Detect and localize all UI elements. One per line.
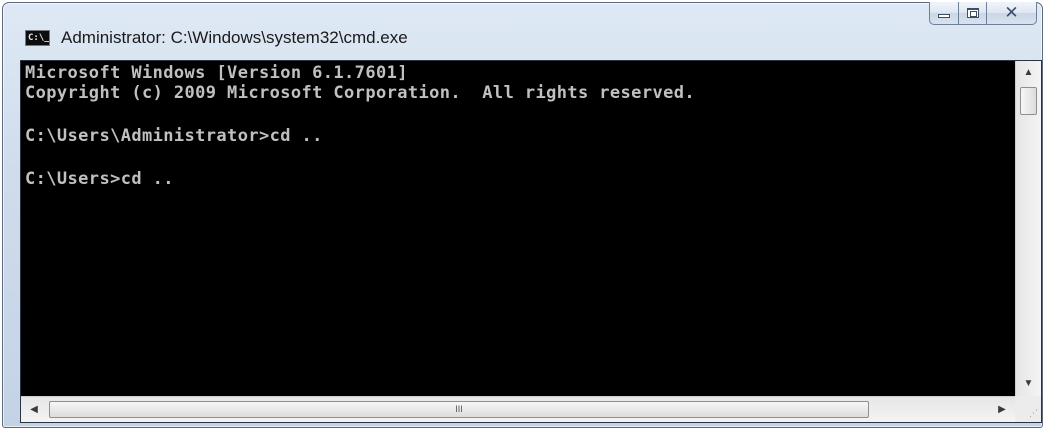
caption-buttons: ✕ <box>929 2 1037 26</box>
close-icon: ✕ <box>1004 2 1019 23</box>
size-grip[interactable]: ⋰ <box>1015 396 1041 422</box>
scroll-left-arrow-icon[interactable]: ◀ <box>21 397 47 422</box>
console-line-copyright: Copyright (c) 2009 Microsoft Corporation… <box>25 83 695 103</box>
console-frame: Microsoft Windows [Version 6.1.7601] Cop… <box>20 60 1042 423</box>
window-title: Administrator: C:\Windows\system32\cmd.e… <box>61 28 408 47</box>
scroll-down-arrow-icon[interactable]: ▼ <box>1016 372 1041 396</box>
thumb-grip-icon: III <box>455 404 463 414</box>
horizontal-scroll-thumb[interactable]: III <box>49 401 869 418</box>
console-line-prompt: C:\Users>cd .. <box>25 169 174 189</box>
horizontal-scrollbar[interactable]: ◀ III ▶ <box>21 396 1015 422</box>
cmd-window: C:\_ Administrator: C:\Windows\system32\… <box>2 2 1043 428</box>
title-bar[interactable]: C:\_ Administrator: C:\Windows\system32\… <box>3 2 1042 47</box>
console-line-command: C:\Users\Administrator>cd .. <box>25 126 323 146</box>
maximize-button[interactable] <box>959 2 987 25</box>
vertical-scrollbar[interactable]: ▲ ▼ <box>1015 61 1041 396</box>
size-grip-icon: ⋰ <box>1029 408 1038 418</box>
scroll-right-arrow-icon[interactable]: ▶ <box>989 397 1015 422</box>
scroll-up-arrow-icon[interactable]: ▲ <box>1016 61 1041 85</box>
console-icon[interactable]: C:\_ <box>25 30 50 46</box>
vertical-scroll-thumb[interactable] <box>1020 87 1037 115</box>
maximize-icon <box>966 8 979 18</box>
minimize-icon <box>938 14 950 18</box>
minimize-button[interactable] <box>929 2 959 25</box>
console-line-version: Microsoft Windows [Version 6.1.7601] <box>25 63 408 83</box>
console-output[interactable]: Microsoft Windows [Version 6.1.7601] Cop… <box>21 61 1015 396</box>
close-button[interactable]: ✕ <box>987 2 1037 25</box>
